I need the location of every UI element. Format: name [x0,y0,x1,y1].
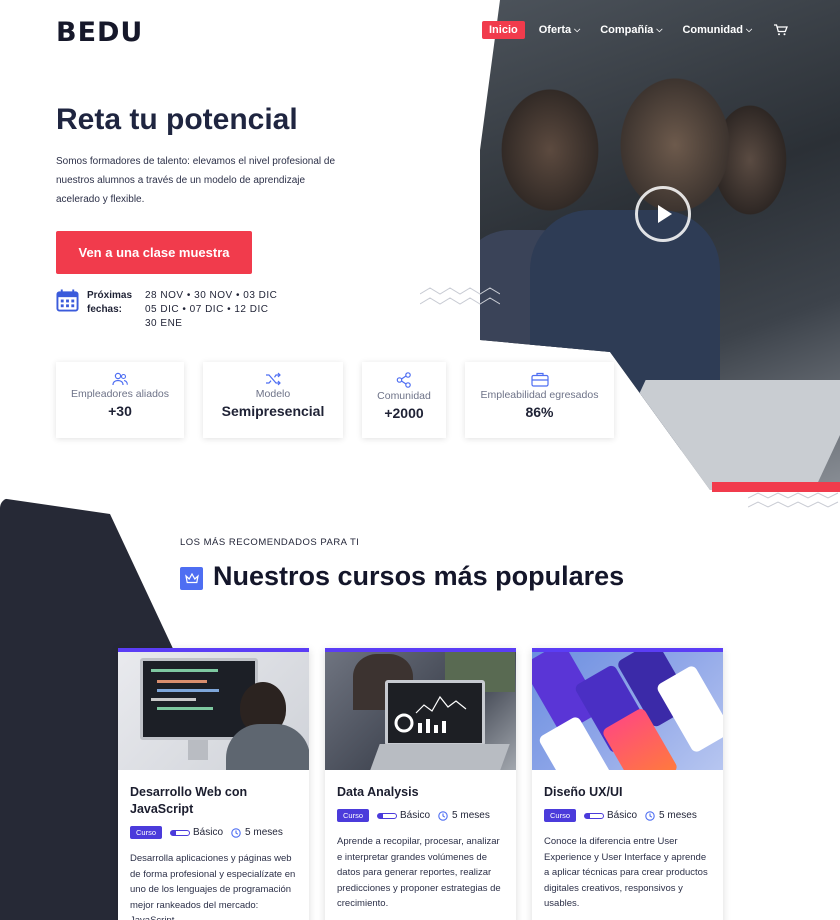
course-level: Básico [584,810,637,821]
chevron-down-icon: ⌵ [574,25,581,34]
stat-label: Modelo [255,388,291,400]
hero-title: Reta tu potencial [56,103,298,136]
person-figure [226,724,309,770]
nav-label: Compañía [600,24,654,36]
stat-value: +2000 [384,405,424,421]
trial-class-button[interactable]: Ven a una clase muestra [56,231,252,274]
course-meta: Curso Básico 5 meses [544,809,711,822]
section-title: Nuestros cursos más populares [213,561,625,591]
stat-value: 86% [525,404,554,420]
course-title: Desarrollo Web con JavaScript [130,785,248,816]
stat-card-employability: Empleabilidad egresados 86% [465,362,614,438]
decorative-strip [712,482,840,492]
course-image [532,652,723,770]
nav-label: Oferta [538,24,572,36]
course-badge: Curso [337,809,370,822]
zigzag-decoration [748,492,839,508]
stat-value: Semipresencial [221,403,325,419]
stat-label: Empleadores aliados [70,388,170,400]
course-description: Conoce la diferencia entre User Experien… [544,836,708,909]
shuffle-icon [266,372,281,386]
hero-description: Somos formadores de talento: elevamos el… [56,156,336,205]
briefcase-icon [530,372,549,387]
course-image [325,652,516,770]
play-icon [658,205,672,223]
duration-label: 5 meses [452,810,490,821]
nav-label: Comunidad [682,24,743,36]
course-card-ux[interactable]: Diseño UX/UI Curso Básico 5 meses Conoce… [532,648,723,920]
course-duration: 5 meses [231,827,283,838]
chevron-down-icon: ⌵ [656,25,663,34]
stat-label: Empleabilidad egresados [480,389,599,401]
course-title: Data Analysis [337,785,419,799]
course-description: Desarrolla aplicaciones y páginas web de… [130,853,296,920]
nav-item-comunidad[interactable]: Comunidad ⌵ [682,24,752,36]
main-nav: Inicio Oferta ⌵ Compañía ⌵ Comunidad ⌵ [482,21,789,39]
course-duration: 5 meses [438,810,490,821]
course-card-web[interactable]: Desarrollo Web con JavaScript Curso Bási… [118,648,309,920]
level-icon [377,812,398,819]
dates-line: 28 NOV • 30 NOV • 03 DIC [145,290,278,301]
course-level: Básico [377,810,430,821]
cart-icon[interactable] [774,24,789,36]
dates-list: 28 NOV • 30 NOV • 03 DIC 05 DIC • 07 DIC… [145,289,277,331]
play-video-button[interactable] [635,186,691,242]
nav-item-compania[interactable]: Compañía ⌵ [600,24,662,36]
stat-value: +30 [108,403,132,419]
crown-icon [180,567,203,590]
stat-label: Comunidad [377,390,431,402]
upcoming-dates: Próximas fechas: 28 NOV • 30 NOV • 03 DI… [56,289,277,331]
course-badge: Curso [130,826,163,839]
clock-icon [231,827,241,838]
level-icon [584,812,605,819]
level-label: Básico [400,810,431,821]
course-meta: Curso Básico 5 meses [130,826,297,839]
course-title: Diseño UX/UI [544,785,623,799]
dates-label: Próximas fechas: [87,290,133,315]
dates-line: 30 ENE [145,318,183,329]
course-meta: Curso Básico 5 meses [337,809,504,822]
zigzag-decoration [420,287,500,305]
level-label: Básico [193,827,224,838]
clock-icon [645,810,655,821]
course-level: Básico [170,827,223,838]
level-icon [170,829,191,836]
course-badge: Curso [544,809,577,822]
nav-item-oferta[interactable]: Oferta ⌵ [539,24,580,36]
laptop-figure [385,680,485,746]
laptop-figure [594,380,840,490]
nav-label: Inicio [489,24,518,36]
chevron-down-icon: ⌵ [745,25,753,34]
nav-item-inicio[interactable]: Inicio [482,21,525,39]
course-card-data[interactable]: Data Analysis Curso Básico 5 meses Apren… [325,648,516,920]
calendar-icon [56,289,79,312]
course-image [118,652,309,770]
duration-label: 5 meses [659,810,697,821]
keyboard-figure [370,744,510,770]
dates-line: 05 DIC • 07 DIC • 12 DIC [145,304,269,315]
stat-card-employers: Empleadores aliados +30 [56,362,184,438]
clock-icon [438,810,448,821]
course-duration: 5 meses [645,810,697,821]
stat-card-model: Modelo Semipresencial [203,362,343,438]
section-kicker: LOS MÁS RECOMENDADOS PARA TI [180,537,360,548]
stat-card-community: Comunidad +2000 [362,362,446,438]
course-description: Aprende a recopilar, procesar, analizar … [337,836,501,909]
share-icon [396,372,411,388]
logo[interactable]: BEDU [56,17,143,48]
users-icon [112,372,128,386]
duration-label: 5 meses [245,827,283,838]
level-label: Básico [607,810,638,821]
